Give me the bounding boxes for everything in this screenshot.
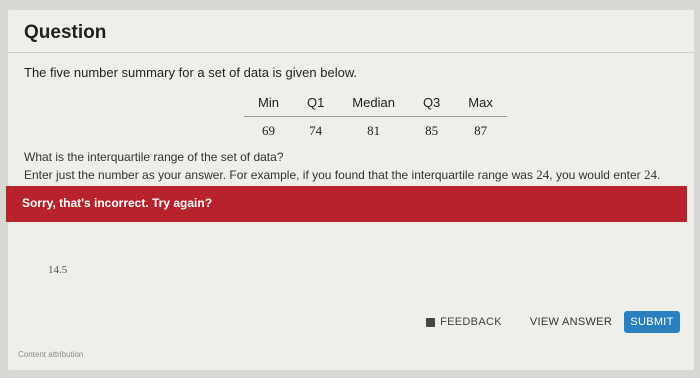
five-number-summary-table: Min Q1 Median Q3 Max 69 74 81 85 87 bbox=[244, 90, 507, 143]
instruction-text-end: . bbox=[657, 168, 661, 182]
feedback-icon bbox=[426, 317, 436, 327]
instruction-text-start: Enter just the number as your answer. Fo… bbox=[24, 168, 537, 182]
header-max: Max bbox=[454, 90, 507, 117]
submit-button[interactable]: SUBMIT bbox=[624, 311, 680, 333]
instruction-answer-example: 24 bbox=[644, 167, 658, 182]
table-value-row: 69 74 81 85 87 bbox=[244, 117, 507, 144]
answer-input[interactable] bbox=[38, 264, 168, 276]
instruction-example-value: 24 bbox=[536, 167, 550, 182]
table-header-row: Min Q1 Median Q3 Max bbox=[244, 90, 507, 117]
value-max: 87 bbox=[474, 123, 488, 138]
question-prompt: The five number summary for a set of dat… bbox=[24, 65, 358, 80]
feedback-label: FEEDBACK bbox=[440, 316, 502, 328]
value-median: 81 bbox=[367, 123, 381, 138]
title-divider bbox=[8, 52, 694, 53]
instruction-text-middle: , you would enter bbox=[549, 168, 645, 182]
question-title: Question bbox=[24, 22, 107, 43]
question-line: What is the interquartile range of the s… bbox=[24, 150, 284, 164]
value-q3: 85 bbox=[425, 123, 439, 138]
incorrect-message: Sorry, that's incorrect. Try again? bbox=[22, 196, 213, 210]
value-min: 69 bbox=[261, 123, 275, 138]
content-attribution-link[interactable]: Content attribution bbox=[18, 350, 83, 359]
header-median: Median bbox=[338, 90, 409, 117]
header-q1: Q1 bbox=[292, 90, 339, 117]
feedback-button[interactable]: FEEDBACK bbox=[420, 311, 508, 333]
answer-field-container bbox=[38, 260, 168, 280]
instruction-line: Enter just the number as your answer. Fo… bbox=[24, 167, 660, 183]
incorrect-feedback-banner: Sorry, that's incorrect. Try again? bbox=[6, 186, 687, 222]
value-q1: 74 bbox=[309, 123, 323, 138]
view-answer-button[interactable]: VIEW ANSWER bbox=[523, 311, 619, 333]
header-min: Min bbox=[244, 90, 293, 117]
header-q3: Q3 bbox=[408, 90, 455, 117]
